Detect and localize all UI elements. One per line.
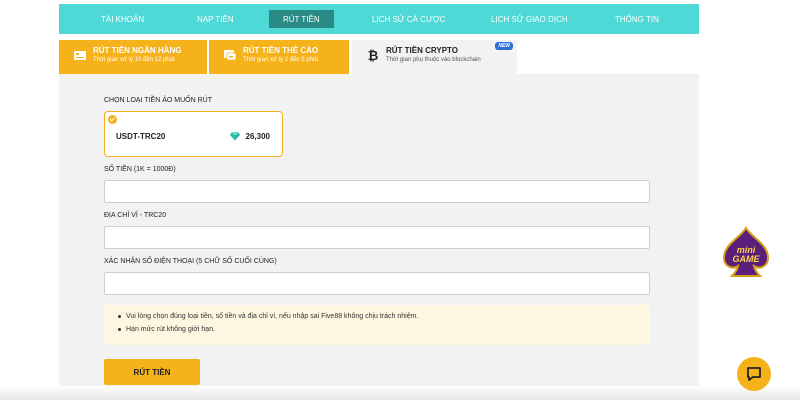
top-navigation: TÀI KHOẢN NẠP TIỀN RÚT TIỀN LỊCH SỬ CÁ C… bbox=[59, 4, 699, 34]
chat-button[interactable] bbox=[737, 357, 771, 391]
svg-text:GAME: GAME bbox=[733, 254, 761, 264]
nav-item-info[interactable]: THÔNG TIN bbox=[615, 4, 659, 34]
coin-select-label: CHỌN LOẠI TIỀN ẢO MUỐN RÚT bbox=[104, 97, 212, 104]
bottom-scroll-edge bbox=[0, 386, 800, 400]
nav-item-bet-history[interactable]: LỊCH SỬ CÁ CƯỢC bbox=[372, 4, 445, 34]
mini-game-icon[interactable]: mini GAME bbox=[722, 226, 770, 278]
tab-subtitle: Thời gian xử lý 10 đến 12 phút bbox=[93, 57, 175, 63]
tab-crypto-withdraw[interactable]: ₿ RÚT TIỀN CRYPTO Thời gian phụ thuộc và… bbox=[352, 40, 517, 74]
tab-title: RÚT TIỀN THẺ CÀO bbox=[243, 46, 319, 55]
phone-confirm-label: XÁC NHẬN SỐ ĐIỆN THOẠI (5 CHỮ SỐ CUỐI CÙ… bbox=[104, 258, 277, 265]
wallet-address-input[interactable] bbox=[104, 226, 650, 249]
new-badge: NEW bbox=[495, 42, 513, 50]
tab-card-withdraw[interactable]: RÚT TIỀN THẺ CÀO Thời gian xử lý 2 đến 5… bbox=[209, 40, 349, 74]
tab-bank-withdraw[interactable]: RÚT TIỀN NGÂN HÀNG Thời gian xử lý 10 đế… bbox=[59, 40, 207, 74]
phone-confirm-input[interactable] bbox=[104, 272, 650, 295]
withdraw-submit-button[interactable]: RÚT TIỀN bbox=[104, 359, 200, 385]
gem-icon bbox=[230, 132, 240, 141]
nav-label: LỊCH SỬ GIAO DỊCH bbox=[491, 14, 568, 24]
coin-option-usdt-trc20[interactable]: USDT-TRC20 26,300 bbox=[104, 111, 283, 157]
coin-balance: 26,300 bbox=[245, 132, 270, 141]
tab-subtitle: Thời gian phụ thuộc vào blockchain bbox=[386, 57, 481, 63]
amount-label: SỐ TIỀN (1K = 1000Đ) bbox=[104, 166, 176, 173]
wallet-address-label: ĐỊA CHỈ VÍ - TRC20 bbox=[104, 212, 167, 219]
nav-item-deposit[interactable]: NẠP TIỀN bbox=[197, 4, 234, 34]
coin-name: USDT-TRC20 bbox=[116, 132, 166, 141]
card-icon bbox=[224, 50, 237, 61]
nav-label: THÔNG TIN bbox=[615, 14, 659, 24]
nav-item-transaction-history[interactable]: LỊCH SỬ GIAO DỊCH bbox=[491, 4, 568, 34]
nav-label: LỊCH SỬ CÁ CƯỢC bbox=[372, 14, 446, 24]
nav-item-withdraw[interactable]: RÚT TIỀN bbox=[269, 10, 334, 28]
bitcoin-icon: ₿ bbox=[368, 48, 379, 62]
tab-subtitle: Thời gian xử lý 2 đến 5 phút bbox=[243, 57, 318, 63]
notice-item: Vui lòng chọn đúng loại tiền, số tiền và… bbox=[118, 313, 650, 320]
check-icon bbox=[108, 115, 117, 124]
nav-label: NẠP TIỀN bbox=[197, 14, 234, 24]
withdraw-method-tabs: RÚT TIỀN NGÂN HÀNG Thời gian xử lý 10 đế… bbox=[59, 40, 699, 74]
notice-box: Vui lòng chọn đúng loại tiền, số tiền và… bbox=[104, 305, 650, 345]
nav-item-account[interactable]: TÀI KHOẢN bbox=[101, 4, 144, 34]
nav-label: RÚT TIỀN bbox=[283, 14, 320, 24]
notice-item: Hạn mức rút không giới hạn. bbox=[118, 326, 650, 333]
chat-icon bbox=[747, 367, 761, 381]
tab-title: RÚT TIỀN NGÂN HÀNG bbox=[93, 46, 182, 55]
withdraw-form-panel: CHỌN LOẠI TIỀN ẢO MUỐN RÚT USDT-TRC20 26… bbox=[59, 74, 699, 400]
bank-icon bbox=[74, 51, 86, 60]
amount-input[interactable] bbox=[104, 180, 650, 203]
nav-label: TÀI KHOẢN bbox=[101, 14, 145, 24]
svg-text:₿: ₿ bbox=[368, 48, 379, 62]
